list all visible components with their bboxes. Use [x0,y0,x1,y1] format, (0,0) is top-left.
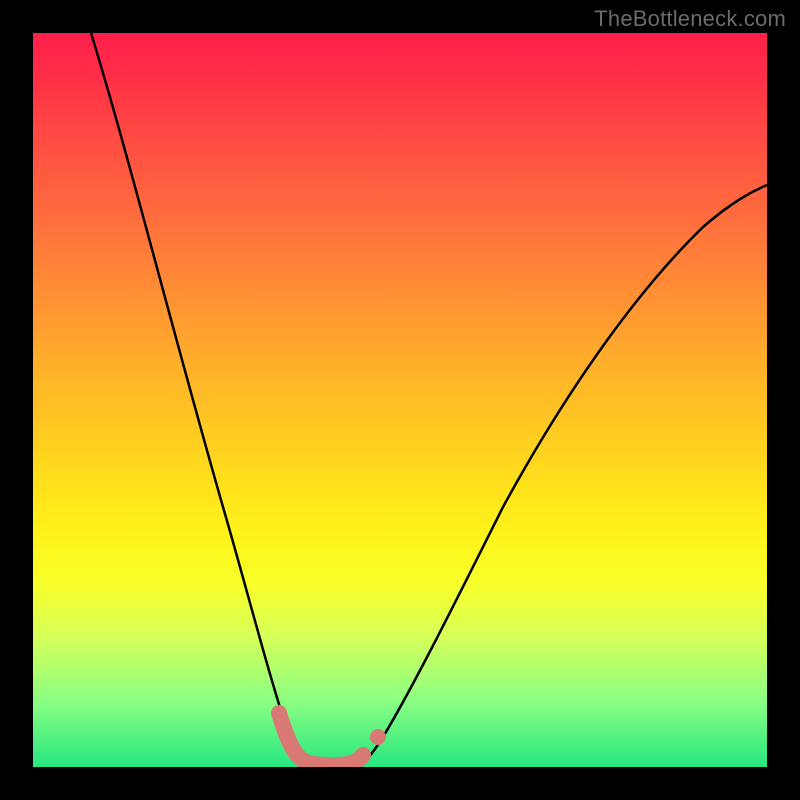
valley-highlight [279,713,363,765]
main-curve [91,33,767,765]
plot-area [33,33,767,767]
curve-layer [33,33,767,767]
watermark-text: TheBottleneck.com [594,6,786,32]
valley-dot [370,729,386,745]
outer-frame: TheBottleneck.com [0,0,800,800]
